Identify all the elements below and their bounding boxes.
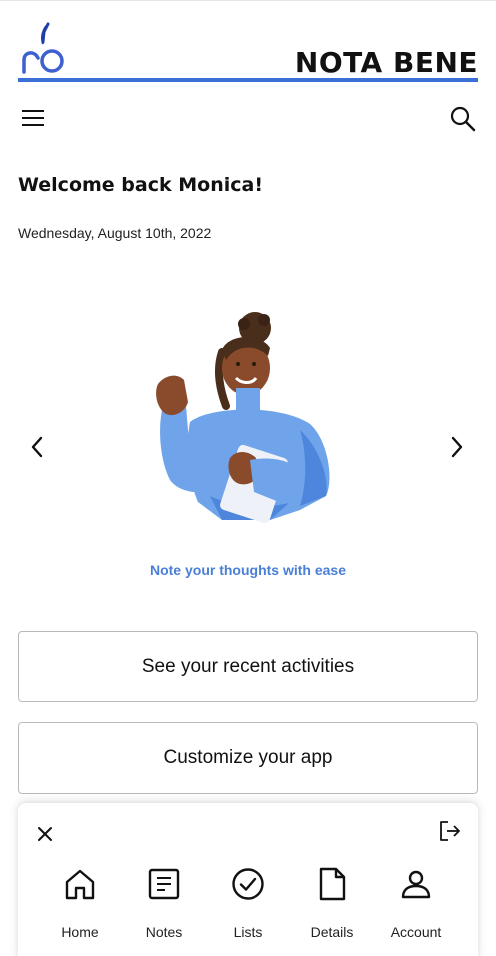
app-header: NOTA BENE — [18, 20, 478, 84]
close-button[interactable] — [34, 823, 56, 845]
hamburger-menu-icon — [22, 110, 44, 126]
chevron-left-icon — [31, 436, 43, 458]
pen-nib-logo-icon — [22, 22, 64, 74]
notes-icon — [148, 868, 180, 900]
nav-label-home: Home — [61, 924, 99, 940]
woman-holding-notebook-illustration — [156, 312, 330, 524]
nav-item-details[interactable]: Details — [290, 865, 374, 943]
onboarding-carousel: Note your thoughts with ease — [0, 290, 496, 590]
nav-label-details: Details — [310, 924, 354, 940]
nav-label-notes: Notes — [145, 924, 183, 940]
search-icon — [450, 106, 476, 132]
home-icon — [65, 869, 95, 900]
close-icon — [38, 827, 52, 841]
nav-label-lists: Lists — [233, 924, 263, 940]
nav-item-account[interactable]: Account — [374, 865, 458, 943]
document-icon — [319, 867, 346, 901]
nav-item-notes[interactable]: Notes — [122, 865, 206, 943]
user-icon — [401, 870, 431, 899]
carousel-caption: Note your thoughts with ease — [149, 562, 346, 578]
check-circle-icon — [232, 868, 264, 900]
brand-title: NOTA BENE — [294, 46, 478, 79]
nav-item-lists[interactable]: Lists — [206, 865, 290, 943]
chevron-right-icon — [451, 436, 463, 458]
nav-label-account: Account — [390, 924, 442, 940]
logout-button[interactable] — [438, 819, 462, 843]
brand-underline — [18, 78, 478, 82]
welcome-heading: Welcome back Monica! — [18, 174, 263, 196]
carousel-prev-button[interactable] — [24, 432, 50, 462]
top-divider — [0, 0, 496, 3]
logout-icon — [440, 821, 460, 841]
bottom-navigation-sheet: Home Notes Lists Details Account — [18, 803, 478, 956]
menu-button[interactable] — [18, 104, 48, 132]
recent-activities-button[interactable]: See your recent activities — [18, 631, 478, 702]
current-date: Wednesday, August 10th, 2022 — [18, 225, 212, 241]
search-button[interactable] — [448, 104, 478, 134]
carousel-next-button[interactable] — [444, 432, 470, 462]
customize-app-button[interactable]: Customize your app — [18, 722, 478, 794]
nav-item-home[interactable]: Home — [38, 865, 122, 943]
